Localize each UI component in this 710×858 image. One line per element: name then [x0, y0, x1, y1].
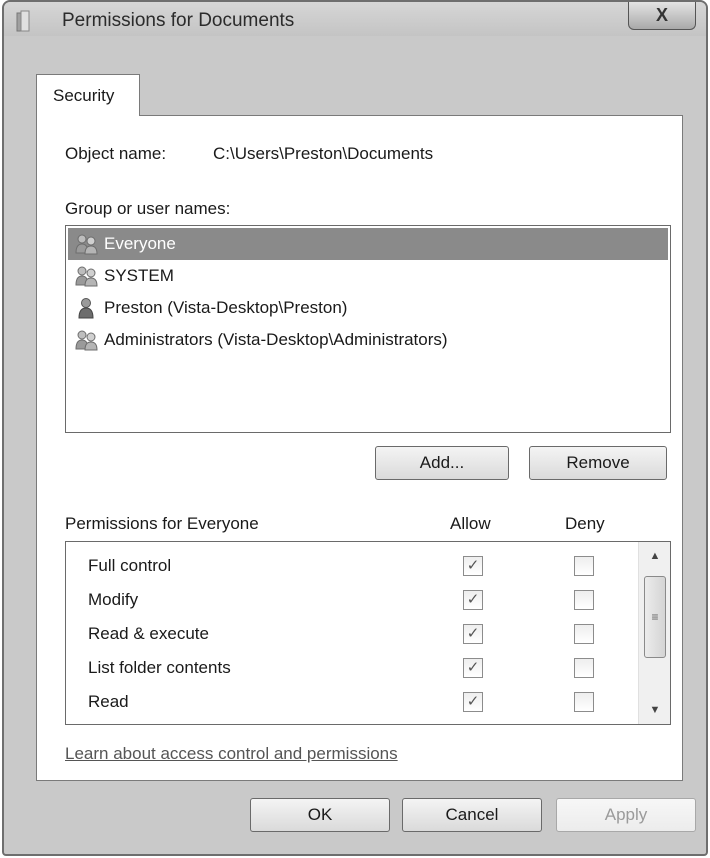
cancel-button[interactable]: Cancel	[402, 798, 542, 832]
access-control-help-link[interactable]: Learn about access control and permissio…	[65, 744, 398, 764]
list-item-label: Preston (Vista-Desktop\Preston)	[104, 298, 348, 317]
permission-name: Full control	[88, 556, 172, 575]
permissions-dialog: Permissions for Documents X Security Obj…	[2, 0, 708, 856]
permission-row: Full control ✓	[66, 550, 636, 582]
permission-name: Read & execute	[88, 624, 209, 643]
group-icon	[75, 234, 98, 255]
window-title: Permissions for Documents	[62, 10, 295, 31]
permission-row: Read & execute ✓	[66, 618, 636, 650]
tab-security[interactable]: Security	[36, 74, 140, 116]
allow-checkbox[interactable]: ✓	[463, 556, 483, 576]
object-name-value: C:\Users\Preston\Documents	[213, 144, 434, 163]
group-user-list[interactable]: Everyone SYSTEM Preston (Vista-Desktop\P…	[65, 225, 671, 433]
apply-button[interactable]: Apply	[556, 798, 696, 832]
ok-button[interactable]: OK	[250, 798, 390, 832]
title-bar[interactable]: Permissions for Documents X	[4, 2, 706, 36]
permissions-header: Permissions for Everyone	[65, 514, 259, 533]
user-icon	[78, 298, 94, 319]
deny-header: Deny	[565, 514, 605, 533]
permission-row: List folder contents ✓	[66, 652, 636, 684]
object-name-label: Object name:	[65, 144, 167, 163]
permissions-scrollbar[interactable]: ▲ ≡ ▼	[638, 542, 670, 724]
list-item-label: Administrators (Vista-Desktop\Administra…	[104, 330, 448, 349]
allow-checkbox[interactable]: ✓	[463, 692, 483, 712]
group-icon	[75, 330, 98, 351]
scroll-up-icon[interactable]: ▲	[639, 544, 671, 568]
allow-header: Allow	[450, 514, 491, 533]
deny-checkbox[interactable]	[574, 692, 594, 712]
security-panel: Object name: C:\Users\Preston\Documents …	[36, 115, 683, 781]
allow-checkbox[interactable]: ✓	[463, 658, 483, 678]
list-item-label: Everyone	[104, 234, 176, 253]
deny-checkbox[interactable]	[574, 624, 594, 644]
deny-checkbox[interactable]	[574, 556, 594, 576]
group-names-label: Group or user names:	[65, 199, 231, 218]
permission-name: Modify	[88, 590, 139, 609]
deny-checkbox[interactable]	[574, 658, 594, 678]
list-item-label: SYSTEM	[104, 266, 174, 285]
group-icon	[75, 266, 98, 287]
permission-row: Modify ✓	[66, 584, 636, 616]
permission-name: List folder contents	[88, 658, 231, 677]
list-item[interactable]: Preston (Vista-Desktop\Preston)	[68, 292, 668, 324]
permission-row: Read ✓	[66, 686, 636, 718]
remove-button[interactable]: Remove	[529, 446, 667, 480]
deny-checkbox[interactable]	[574, 590, 594, 610]
allow-checkbox[interactable]: ✓	[463, 590, 483, 610]
add-button[interactable]: Add...	[375, 446, 509, 480]
list-item[interactable]: Administrators (Vista-Desktop\Administra…	[68, 324, 668, 356]
list-item[interactable]: SYSTEM	[68, 260, 668, 292]
scroll-down-icon[interactable]: ▼	[639, 698, 671, 722]
list-item[interactable]: Everyone	[68, 228, 668, 260]
permissions-list[interactable]: Full control ✓ Modify ✓ Read & execute ✓…	[65, 541, 671, 725]
allow-checkbox[interactable]: ✓	[463, 624, 483, 644]
folder-icon	[16, 10, 30, 32]
close-button[interactable]: X	[628, 2, 696, 30]
permission-name: Read	[88, 692, 129, 711]
scroll-thumb[interactable]: ≡	[644, 576, 666, 658]
